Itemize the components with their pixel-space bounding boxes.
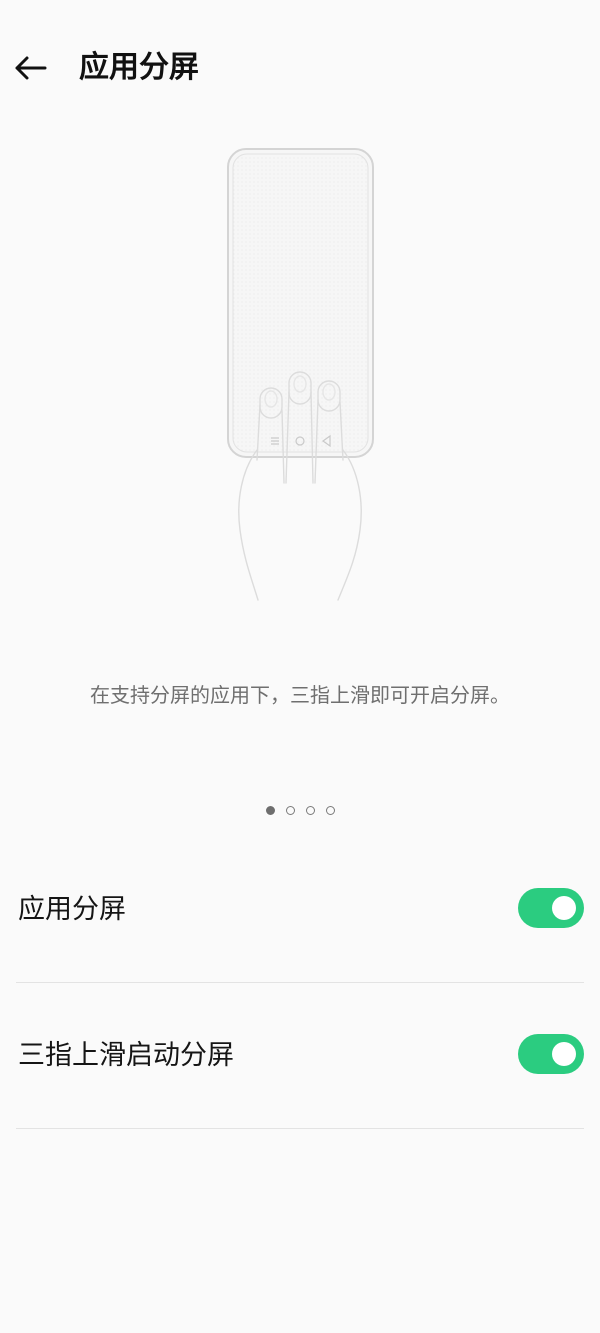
page-title: 应用分屏 xyxy=(79,50,199,85)
gesture-illustration xyxy=(200,140,400,610)
back-button[interactable] xyxy=(10,48,50,88)
page-dot[interactable] xyxy=(305,806,315,815)
page-dot[interactable] xyxy=(285,806,295,815)
app-header: 应用分屏 xyxy=(0,0,600,136)
toggle-knob xyxy=(552,1042,576,1066)
setting-row-three-finger-swipe[interactable]: 三指上滑启动分屏 xyxy=(16,982,584,1129)
toggle-knob xyxy=(552,896,576,920)
instruction-caption: 在支持分屏的应用下，三指上滑即可开启分屏。 xyxy=(90,683,510,707)
page-dot-active[interactable] xyxy=(265,806,275,815)
phone-illustration xyxy=(227,148,374,458)
setting-label: 应用分屏 xyxy=(18,894,126,925)
split-screen-toggle[interactable] xyxy=(518,888,584,928)
back-arrow-icon xyxy=(15,56,47,80)
page-dot[interactable] xyxy=(325,806,335,815)
page-indicator xyxy=(0,806,600,815)
setting-label: 三指上滑启动分屏 xyxy=(18,1040,234,1071)
setting-row-split-screen[interactable]: 应用分屏 xyxy=(16,836,584,983)
three-finger-swipe-toggle[interactable] xyxy=(518,1034,584,1074)
